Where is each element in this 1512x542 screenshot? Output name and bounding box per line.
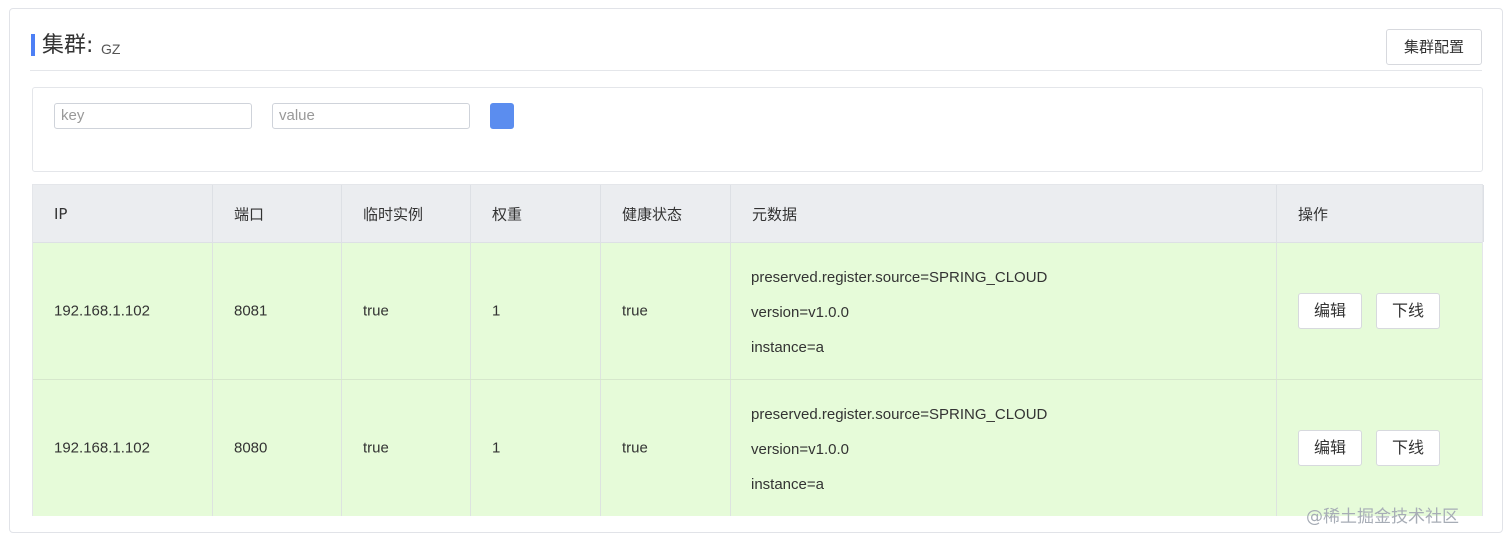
table-row: 192.168.1.102 8081 true 1 true preserved… [33,243,1482,380]
cell-health: true [601,243,731,379]
cluster-card: 集群: GZ 集群配置 key value IP 端口 临时实例 权重 健康状态… [9,8,1503,533]
key-input[interactable]: key [54,103,252,129]
search-button[interactable] [490,103,514,129]
cell-ephemeral: true [342,243,471,379]
cell-metadata: preserved.register.source=SPRING_CLOUD v… [731,243,1277,379]
offline-button[interactable]: 下线 [1376,293,1440,329]
cell-port: 8080 [213,380,342,516]
cell-ip: 192.168.1.102 [33,243,213,379]
cell-operations: 编辑 下线 [1277,243,1484,379]
health-value: true [622,439,648,457]
column-label: IP [54,204,68,223]
column-header-ephemeral: 临时实例 [342,185,471,242]
edit-button[interactable]: 编辑 [1298,293,1362,329]
cell-weight: 1 [471,380,601,516]
port-value: 8080 [234,439,268,457]
column-header-health: 健康状态 [601,185,731,242]
metadata-line: instance=a [751,476,824,493]
weight-value: 1 [492,302,501,320]
ip-value: 192.168.1.102 [54,439,150,457]
metadata-line: preserved.register.source=SPRING_CLOUD [751,406,1048,423]
ip-value: 192.168.1.102 [54,302,150,320]
filter-panel: key value [32,87,1483,172]
column-label: 权重 [492,205,523,223]
column-header-metadata: 元数据 [731,185,1277,242]
metadata-list: preserved.register.source=SPRING_CLOUD v… [751,397,1047,502]
weight-value: 1 [492,439,501,457]
metadata-list: preserved.register.source=SPRING_CLOUD v… [751,260,1047,365]
metadata-line: preserved.register.source=SPRING_CLOUD [751,269,1048,286]
cell-ip: 192.168.1.102 [33,380,213,516]
watermark: @稀土掘金技术社区 [1306,507,1459,527]
cell-ephemeral: true [342,380,471,516]
cell-metadata: preserved.register.source=SPRING_CLOUD v… [731,380,1277,516]
instance-table: IP 端口 临时实例 权重 健康状态 元数据 操作 192.168.1.102 … [32,184,1484,516]
value-input[interactable]: value [272,103,470,129]
cell-weight: 1 [471,243,601,379]
cluster-name: GZ [101,41,121,57]
title-accent-bar [31,34,35,56]
table-row: 192.168.1.102 8080 true 1 true preserved… [33,380,1482,516]
ephemeral-value: true [363,439,389,457]
column-label: 临时实例 [363,205,424,223]
card-header: 集群: GZ [30,31,1482,71]
column-header-port: 端口 [213,185,342,242]
offline-button[interactable]: 下线 [1376,430,1440,466]
metadata-line: version=v1.0.0 [751,441,849,458]
port-value: 8081 [234,302,268,320]
health-value: true [622,302,648,320]
cell-health: true [601,380,731,516]
metadata-line: instance=a [751,339,824,356]
table-header: IP 端口 临时实例 权重 健康状态 元数据 操作 [33,185,1484,243]
column-label: 健康状态 [622,205,683,223]
cell-port: 8081 [213,243,342,379]
column-label: 操作 [1298,205,1329,223]
cell-operations: 编辑 下线 [1277,380,1484,516]
column-header-weight: 权重 [471,185,601,242]
column-label: 元数据 [752,205,798,223]
column-label: 端口 [234,205,265,223]
cluster-config-button[interactable]: 集群配置 [1386,29,1482,65]
edit-button[interactable]: 编辑 [1298,430,1362,466]
column-header-ip: IP [33,185,213,242]
ephemeral-value: true [363,302,389,320]
page-title: 集群: [42,33,94,58]
metadata-line: version=v1.0.0 [751,304,849,321]
column-header-operations: 操作 [1277,185,1484,242]
